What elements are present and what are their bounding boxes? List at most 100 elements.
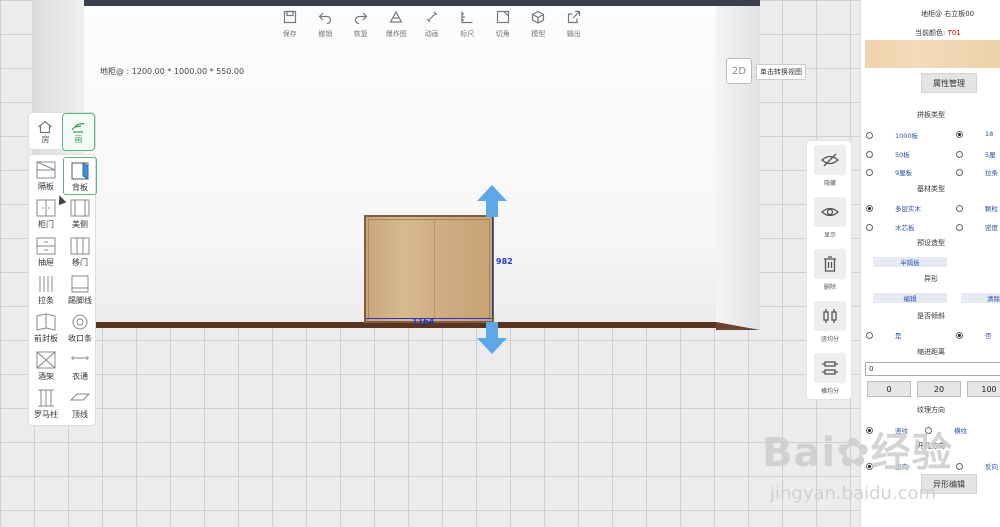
hole-back-radio[interactable]: 反向 xyxy=(956,461,998,471)
option-label: 5厘 xyxy=(985,151,996,159)
export-button[interactable]: 输出 xyxy=(556,10,592,39)
catalog-label: 美侧 xyxy=(72,220,88,229)
backboard-icon xyxy=(71,162,89,180)
catalog-item-sliding-door[interactable]: 移门 xyxy=(63,233,97,271)
catalog-label: 前封板 xyxy=(34,334,58,343)
hanger-rod-icon xyxy=(71,356,89,360)
current-color-code: T01 xyxy=(947,29,961,37)
object-tools: 隐藏 显示 删除 竖均分 横均分 xyxy=(806,140,852,400)
mode-room-label: 房 xyxy=(41,134,50,144)
delete-icon xyxy=(824,256,836,272)
tilt-yes-radio[interactable]: 是 xyxy=(866,330,902,340)
top-toolbar: 保存 撤销 恢复 爆炸图 动画 标尺 切角 模型 输出 xyxy=(272,10,592,39)
material-option[interactable]: 颗粒 xyxy=(956,203,998,213)
catalog-label: 酒架 xyxy=(38,372,54,381)
catalog-item-kickboard[interactable]: 踢脚线 xyxy=(63,271,97,309)
mode-room[interactable]: 房 xyxy=(29,113,62,151)
color-swatch[interactable] xyxy=(865,40,1000,68)
delete-button[interactable]: 删除 xyxy=(807,249,853,291)
catalog-label: 隔板 xyxy=(38,182,54,191)
model-button[interactable]: 模型 xyxy=(521,10,557,39)
option-label: 1000板 xyxy=(895,132,919,140)
paint-icon xyxy=(72,122,85,133)
option-label: 木芯板 xyxy=(895,224,915,232)
show-label: 显示 xyxy=(823,232,836,239)
mode-switcher: 房 画 xyxy=(28,112,96,151)
catalog-item-partition[interactable]: 隔板 xyxy=(29,157,63,195)
vertical-split-label: 竖均分 xyxy=(820,336,839,343)
redo-button[interactable]: 恢复 xyxy=(343,10,379,39)
sliding-door-icon xyxy=(70,237,90,255)
crop-label: 切角 xyxy=(495,30,510,38)
attr-manage-button[interactable]: 属性管理 xyxy=(921,73,977,93)
vertical-split-button[interactable]: 竖均分 xyxy=(807,301,853,343)
move-down-arrow[interactable] xyxy=(475,321,509,357)
hide-button[interactable]: 隐藏 xyxy=(807,145,853,187)
panel-type-option[interactable]: 1000板 xyxy=(866,130,918,140)
kickboard-icon xyxy=(71,275,89,293)
panel-type-option[interactable]: 50板 xyxy=(866,149,910,159)
indent-preset-20[interactable]: 20 xyxy=(917,381,961,397)
toggle-view-tooltip: 单击转换视图 xyxy=(756,64,806,80)
panel-type-option[interactable]: 拉条 xyxy=(956,167,998,177)
drawer-icon xyxy=(36,237,56,255)
option-label: 反向 xyxy=(985,463,998,471)
catalog-item-edge-strip[interactable]: 收口条 xyxy=(63,309,97,347)
catalog-item-wine-rack[interactable]: 酒架 xyxy=(29,347,63,385)
redo-icon xyxy=(354,12,368,24)
indent-preset-0[interactable]: 0 xyxy=(867,381,911,397)
catalog-label: 踢脚线 xyxy=(68,296,92,305)
catalog-item-roman-pillar[interactable]: 罗马柱 xyxy=(29,385,63,423)
shape-title: 异形 xyxy=(924,275,938,283)
catalog-label: 背板 xyxy=(72,183,88,192)
ruler-button[interactable]: 标尺 xyxy=(450,10,486,39)
indent-input[interactable]: 0 xyxy=(865,362,1000,376)
redo-label: 恢复 xyxy=(353,30,368,38)
catalog-item-hanger-rod[interactable]: 衣通 xyxy=(63,347,97,385)
indent-preset-100[interactable]: 100 xyxy=(967,381,1000,397)
animation-button[interactable]: 动画 xyxy=(414,10,450,39)
width-dimension-label: 1164 xyxy=(412,317,435,326)
explode-button[interactable]: 爆炸图 xyxy=(379,10,415,39)
panel-type-option[interactable]: 9厘板 xyxy=(866,167,912,177)
material-option[interactable]: 木芯板 xyxy=(866,222,915,232)
catalog-label: 顶线 xyxy=(72,410,88,419)
panel-type-option[interactable]: 18 xyxy=(956,130,993,138)
selected-object-title: 地柜@ 右立板00 xyxy=(921,10,975,18)
undo-label: 撤销 xyxy=(318,30,333,38)
half-partition-button[interactable]: 半隔板 xyxy=(873,257,947,267)
front-seal-icon xyxy=(36,313,56,331)
catalog-item-drawer[interactable]: 抽屉 xyxy=(29,233,63,271)
undo-button[interactable]: 撤销 xyxy=(308,10,344,39)
crop-button[interactable]: 切角 xyxy=(485,10,521,39)
option-label: 是 xyxy=(895,332,902,340)
tilt-no-radio[interactable]: 否 xyxy=(956,330,992,340)
cabinet-model[interactable] xyxy=(364,215,494,323)
show-button[interactable]: 显示 xyxy=(807,197,853,239)
move-up-arrow[interactable] xyxy=(475,184,509,220)
catalog-label: 收口条 xyxy=(68,334,92,343)
catalog-item-side-panel[interactable]: 美侧 xyxy=(63,195,97,233)
catalog-item-backboard[interactable]: 背板 xyxy=(63,157,97,195)
arrow-down-icon xyxy=(477,322,507,354)
catalog-item-top-line[interactable]: 顶线 xyxy=(63,385,97,423)
delete-label: 删除 xyxy=(823,284,836,291)
option-label: 横纹 xyxy=(954,427,967,435)
height-dimension-line xyxy=(492,217,493,317)
side-panel-icon xyxy=(70,199,90,217)
catalog-item-front-seal[interactable]: 前封板 xyxy=(29,309,63,347)
catalog-label: 移门 xyxy=(72,258,88,267)
shape-edit-mini-button[interactable]: 编辑 xyxy=(873,293,947,303)
current-color-label: 当前颜色: xyxy=(915,29,946,37)
tilt-title: 是否倾斜 xyxy=(917,312,945,320)
material-option[interactable]: 密度 xyxy=(956,222,998,232)
save-button[interactable]: 保存 xyxy=(272,10,308,39)
toggle-2d-button[interactable]: 2D xyxy=(726,58,752,84)
shape-clear-button[interactable]: 清除 xyxy=(961,293,1000,303)
mode-draw[interactable]: 画 xyxy=(61,113,95,151)
catalog-label: 柜门 xyxy=(38,220,54,229)
horizontal-split-button[interactable]: 横均分 xyxy=(807,353,853,395)
panel-type-option[interactable]: 5厘 xyxy=(956,149,996,159)
catalog-item-strip[interactable]: 拉条 xyxy=(29,271,63,309)
material-option[interactable]: 多层实木 xyxy=(866,203,921,213)
